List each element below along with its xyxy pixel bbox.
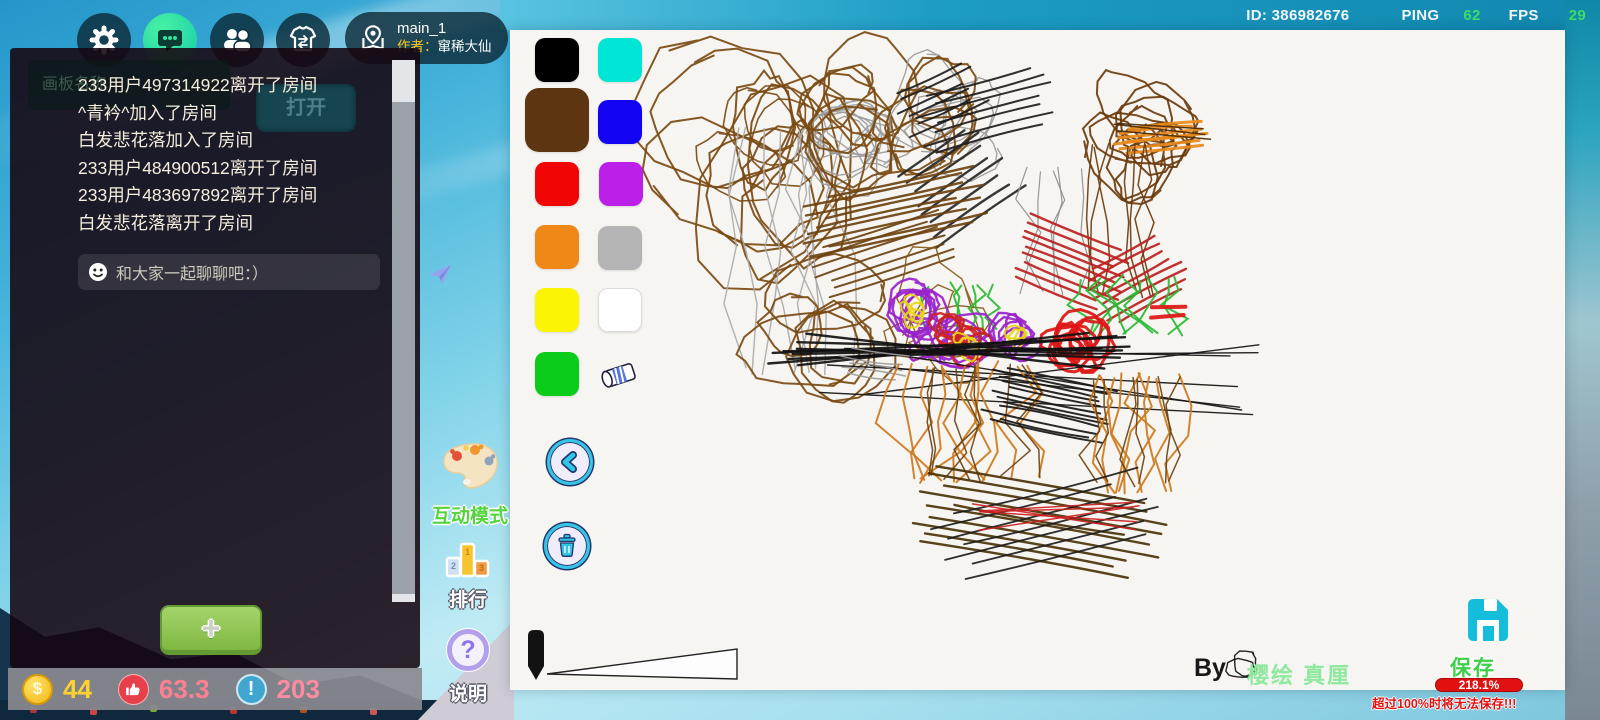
chat-scrollbar[interactable] [392,60,415,602]
undo-chevron-icon [561,451,577,473]
capacity-value: 218.1% [1458,678,1500,692]
question-mark-icon: ? [446,628,490,672]
chat-message: 233用户483697892离开了房间 [78,185,318,205]
game-screen: ID: 386982676 PING 62 FPS 29 main_1 作者：窜… [0,0,1600,720]
eraser-icon [601,363,636,388]
ping-value: 62 [1463,7,1481,24]
brush-size-slider[interactable] [525,628,755,688]
help-label: 说明 [448,684,487,705]
coin-icon: $ [22,673,53,705]
swatch-brown-selected[interactable] [525,88,589,152]
paper-plane-icon [428,264,452,285]
chat-message-list: 233用户497314922离开了房间 ^青衿^加入了房间 白发悲花落加入了房间… [78,72,378,237]
drawing-canvas[interactable] [510,30,1565,690]
interactive-mode-label: 互动模式 [431,506,508,527]
chat-message: 白发悲花落加入了房间 [78,130,253,150]
ranking-label: 排行 [448,590,487,611]
trash-icon [558,533,576,557]
fps-label: FPS [1508,7,1539,24]
swatch-green[interactable] [535,352,579,396]
swatch-purple[interactable] [599,162,643,206]
chat-message: 233用户497314922离开了房间 [78,75,318,95]
ticket-count: 203 [276,673,320,704]
room-name: main_1 [397,20,447,38]
like-count: 63.3 [158,673,210,704]
interactive-mode-button[interactable]: 互动模式 [428,438,512,528]
session-id: ID: 386982676 [1246,7,1350,24]
swatch-red[interactable] [535,162,579,206]
podium-icon: 2 1 3 [445,542,490,578]
slider-thumb[interactable] [528,630,544,680]
right-world-band [1565,0,1600,720]
ping-label: PING [1401,7,1440,24]
svg-text:1: 1 [465,547,470,557]
like-icon [117,673,149,705]
coin-count: 44 [63,673,92,704]
undo-button[interactable] [547,439,593,485]
network-hud: ID: 386982676 PING 62 FPS 29 [1246,7,1586,24]
swatch-blue[interactable] [598,100,642,144]
floppy-disk-icon [1468,599,1508,641]
signature-artist: 樱绘 真厘 [1247,663,1352,688]
svg-text:?: ? [460,636,475,664]
svg-text:2: 2 [451,561,456,571]
send-message-button[interactable] [426,260,454,288]
ranking-button[interactable]: 2 1 3 排行 [438,536,498,612]
eraser-tool[interactable] [596,354,644,396]
swatch-white[interactable] [598,288,642,332]
swatch-yellow[interactable] [535,288,579,332]
signature-by: By [1194,654,1226,682]
svg-text:3: 3 [479,563,484,573]
swatch-orange[interactable] [535,225,579,269]
wallet-bar: $ 44 63.3 ! 203 [8,668,422,710]
save-button[interactable] [1460,592,1516,648]
clear-button[interactable] [544,523,590,569]
chat-scrollbar-thumb[interactable] [392,102,415,594]
slider-wedge [546,648,738,680]
chat-panel: 画板名称 打开 233用户497314922离开了房间 ^青衿^加入了房间 白发… [10,48,420,668]
palette-icon [443,443,498,489]
plus-glyph: + [201,610,221,646]
emoji-icon[interactable] [88,262,108,282]
save-warning: 超过100%时将无法保存!!! [1372,697,1517,711]
swatch-gray[interactable] [598,226,642,270]
chat-placeholder: 和大家一起聊聊吧：） [116,266,269,283]
swatch-cyan[interactable] [598,38,642,82]
fps-value: 29 [1568,7,1586,24]
help-button[interactable]: ? 说明 [440,626,496,706]
capacity-bar: 218.1% [1435,678,1523,692]
alert-icon: ! [235,673,267,705]
chat-message: 233用户484900512离开了房间 [78,157,318,178]
chat-message: 白发悲花落离开了房间 [78,212,253,233]
chat-input[interactable]: 和大家一起聊聊吧：） [78,254,380,290]
chat-message: ^青衿^加入了房间 [78,102,217,123]
add-button[interactable]: + [160,605,262,655]
paint-app: By 樱绘 真厘 保存 218.1% 超过100%时将无法保存!!! [510,30,1565,711]
author-name: 窜稀大仙 [437,38,492,54]
swatch-black[interactable] [535,38,579,82]
